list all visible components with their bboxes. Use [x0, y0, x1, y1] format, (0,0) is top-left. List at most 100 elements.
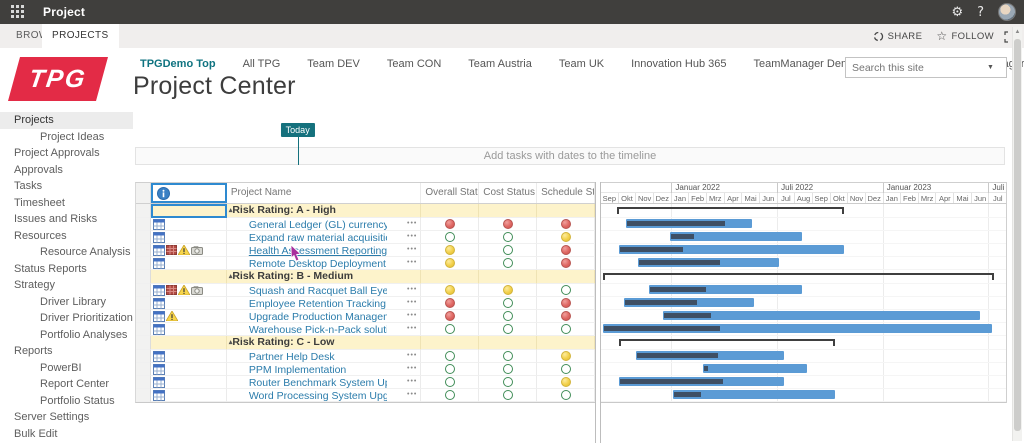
vertical-scrollbar[interactable]: ▲: [1012, 27, 1022, 441]
project-link[interactable]: Squash and Racquet Ball Eye Wear: [227, 285, 387, 297]
gantt-bar[interactable]: [638, 258, 779, 267]
column-header-cost-status[interactable]: Cost Status ↑: [479, 183, 537, 203]
project-link[interactable]: Upgrade Production Management System: [227, 311, 387, 323]
project-link[interactable]: Remote Desktop Deployment: [227, 258, 386, 270]
gantt-bar[interactable]: [619, 245, 844, 254]
row-menu-button[interactable]: •••: [407, 391, 417, 398]
nav-link-team-dev[interactable]: Team DEV: [307, 58, 360, 74]
group-header-row[interactable]: ▴Risk Rating: C - Low: [136, 336, 595, 350]
collapse-triangle-icon[interactable]: ▴: [229, 207, 233, 214]
sidebar-item-powerbi[interactable]: PowerBI: [0, 360, 133, 377]
sidebar-item-strategy[interactable]: Strategy: [0, 277, 133, 294]
project-icon: [153, 377, 165, 388]
table-row: Employee Retention Tracking System •••: [136, 297, 595, 310]
sidebar-item-reports[interactable]: Reports: [0, 343, 133, 360]
sidebar-item-bulk-edit[interactable]: Bulk Edit: [0, 426, 133, 443]
gantt-group-row: [601, 270, 1006, 284]
sidebar-item-projects[interactable]: Projects: [0, 112, 133, 129]
collapse-triangle-icon[interactable]: ▴: [229, 273, 233, 280]
row-menu-button[interactable]: •••: [407, 312, 417, 319]
search-icon[interactable]: [1000, 62, 1001, 74]
sidebar-item-driver-prioritization[interactable]: Driver Prioritization: [0, 310, 133, 327]
sidebar-item-report-center[interactable]: Report Center: [0, 376, 133, 393]
project-link[interactable]: Warehouse Pick-n-Pack solution: [227, 324, 387, 336]
nav-link-team-con[interactable]: Team CON: [387, 58, 441, 74]
project-link[interactable]: General Ledger (GL) currency update: [227, 219, 387, 231]
gantt-bar[interactable]: [636, 351, 784, 360]
follow-button[interactable]: ☆ FOLLOW: [936, 29, 994, 43]
red-grid-icon: [166, 245, 177, 255]
gantt-bar[interactable]: [703, 364, 807, 373]
project-link[interactable]: Partner Help Desk: [227, 351, 335, 363]
project-link[interactable]: PPM Implementation: [227, 364, 346, 376]
info-column-header[interactable]: [151, 183, 227, 203]
sidebar-item-driver-library[interactable]: Driver Library: [0, 294, 133, 311]
nav-link-innovation-hub-365[interactable]: Innovation Hub 365: [631, 58, 726, 74]
settings-gear-icon[interactable]: ⚙: [951, 5, 963, 20]
sidebar-item-resources[interactable]: Resources: [0, 228, 133, 245]
scrollbar-thumb[interactable]: [1014, 39, 1021, 431]
help-icon[interactable]: ?: [977, 5, 984, 20]
sidebar-item-project-approvals[interactable]: Project Approvals: [0, 145, 133, 162]
sidebar-item-status-reports[interactable]: Status Reports: [0, 261, 133, 278]
cost-status-cell: [479, 363, 537, 376]
row-menu-button[interactable]: •••: [407, 246, 417, 253]
row-menu-button[interactable]: •••: [407, 233, 417, 240]
sidebar-item-portfolio-analyses[interactable]: Portfolio Analyses: [0, 327, 133, 344]
row-menu-button[interactable]: •••: [407, 299, 417, 306]
gantt-bar[interactable]: [626, 219, 753, 228]
sidebar-item-approvals[interactable]: Approvals: [0, 162, 133, 179]
gantt-bar[interactable]: [663, 311, 980, 320]
column-header-schedule-status[interactable]: Schedule Status: [537, 183, 595, 203]
project-link[interactable]: Health Assessment Reporting Tool: [227, 245, 387, 257]
gantt-bar[interactable]: [619, 377, 785, 386]
nav-link-team-austria[interactable]: Team Austria: [468, 58, 532, 74]
group-header-row[interactable]: ▴Risk Rating: A - High: [136, 204, 595, 218]
gantt-bar[interactable]: [624, 298, 754, 307]
sidebar-item-issues-and-risks[interactable]: Issues and Risks: [0, 211, 133, 228]
gantt-bar[interactable]: [649, 285, 802, 294]
row-menu-button[interactable]: •••: [407, 220, 417, 227]
search-box[interactable]: ▼: [845, 57, 1007, 78]
nav-link-team-uk[interactable]: Team UK: [559, 58, 604, 74]
row-menu-button[interactable]: •••: [407, 259, 417, 266]
sidebar-item-portfolio-status[interactable]: Portfolio Status: [0, 393, 133, 410]
group-status-cell: [537, 336, 595, 350]
project-link[interactable]: Word Processing System Upgrade: [227, 390, 387, 402]
timeline-empty-strip[interactable]: Add tasks with dates to the timeline: [135, 147, 1005, 165]
row-menu-button[interactable]: •••: [407, 325, 417, 332]
column-header-project-name[interactable]: Project Name: [227, 183, 422, 203]
sidebar-item-project-ideas[interactable]: Project Ideas: [0, 129, 133, 146]
scroll-up-icon[interactable]: ▲: [1013, 27, 1022, 37]
app-launcher-icon[interactable]: [11, 5, 25, 19]
row-menu-button[interactable]: •••: [407, 352, 417, 359]
search-scope-caret-icon[interactable]: ▼: [987, 64, 994, 71]
column-header-overall-status[interactable]: Overall Status: [421, 183, 479, 203]
tab-projects[interactable]: PROJECTS: [42, 24, 119, 48]
cost-status-cell: [479, 231, 537, 244]
gantt-month-label: Okt: [830, 193, 848, 203]
nav-link-teammanager-demo[interactable]: TeamManager Demo: [754, 58, 857, 74]
gantt-bar[interactable]: [673, 390, 835, 399]
project-link[interactable]: Expand raw material acquisition vendor l…: [227, 232, 387, 244]
row-menu-button[interactable]: •••: [407, 286, 417, 293]
row-menu-button[interactable]: •••: [407, 378, 417, 385]
sidebar-item-timesheet[interactable]: Timesheet: [0, 195, 133, 212]
sidebar-item-tasks[interactable]: Tasks: [0, 178, 133, 195]
avatar[interactable]: [998, 3, 1016, 21]
project-link[interactable]: Router Benchmark System Upgrade: [227, 377, 387, 389]
sidebar-item-resource-analysis[interactable]: Resource Analysis: [0, 244, 133, 261]
project-link[interactable]: Employee Retention Tracking System: [227, 298, 387, 310]
project-icon: [153, 390, 165, 401]
star-icon: ☆: [936, 29, 947, 43]
group-header-row[interactable]: ▴Risk Rating: B - Medium: [136, 270, 595, 284]
gantt-bar[interactable]: [603, 324, 992, 333]
search-input[interactable]: [846, 62, 987, 74]
gantt-progress: [604, 326, 720, 331]
collapse-triangle-icon[interactable]: ▴: [229, 339, 233, 346]
gantt-bar[interactable]: [670, 232, 802, 241]
share-button[interactable]: SHARE: [873, 31, 923, 42]
tpg-logo[interactable]: TPG: [8, 57, 108, 101]
sidebar-item-server-settings[interactable]: Server Settings: [0, 409, 133, 426]
row-menu-button[interactable]: •••: [407, 365, 417, 372]
